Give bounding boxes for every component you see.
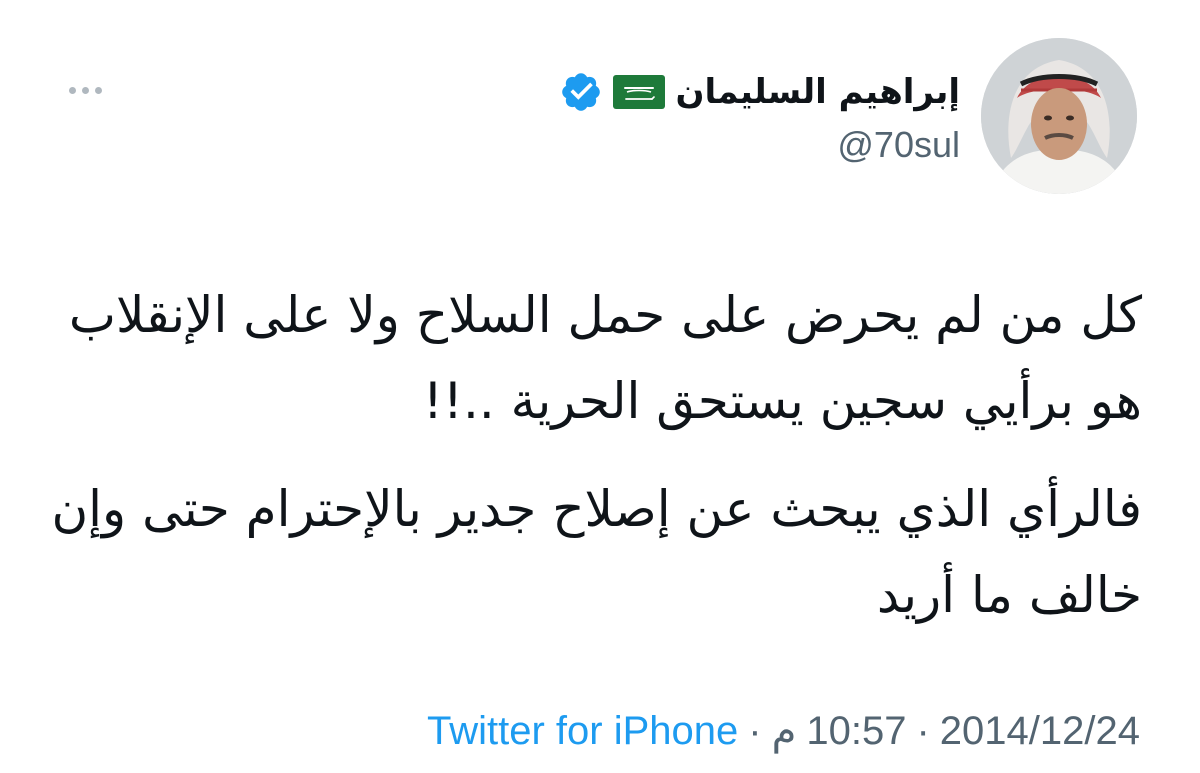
tweet-text-paragraph-2: فالرأي الذي يبحث عن إصلاح جدير بالإحترام… (51, 480, 1142, 624)
tweet-card: إبراهيم السليمان @70sul كل من لم يحرض عل… (0, 0, 1200, 773)
tweet-metadata: 2014/12/24 · 10:57 م · Twitter for iPhon… (427, 703, 1140, 759)
author-name-row[interactable]: إبراهيم السليمان (559, 66, 960, 118)
more-options-button[interactable] (60, 78, 110, 102)
author-handle[interactable]: @70sul (837, 124, 960, 166)
tweet-time-ampm: م (771, 709, 797, 753)
more-dot-icon (81, 86, 89, 94)
tweet-time[interactable]: 10:57 (806, 709, 906, 754)
tweet-date[interactable]: 2014/12/24 (940, 709, 1140, 754)
meta-separator: · (916, 708, 930, 753)
avatar[interactable] (981, 38, 1137, 194)
more-dot-icon (94, 86, 102, 94)
more-dot-icon (68, 86, 76, 94)
avatar-image (981, 38, 1137, 194)
verified-badge-icon (559, 70, 603, 114)
author-display-name[interactable]: إبراهيم السليمان (675, 72, 960, 112)
saudi-flag-icon (613, 75, 666, 109)
tweet-source-link[interactable]: Twitter for iPhone (427, 709, 738, 754)
tweet-text-paragraph-1: كل من لم يحرض على حمل السلاح ولا على الإ… (68, 286, 1142, 430)
meta-separator: · (748, 708, 762, 753)
